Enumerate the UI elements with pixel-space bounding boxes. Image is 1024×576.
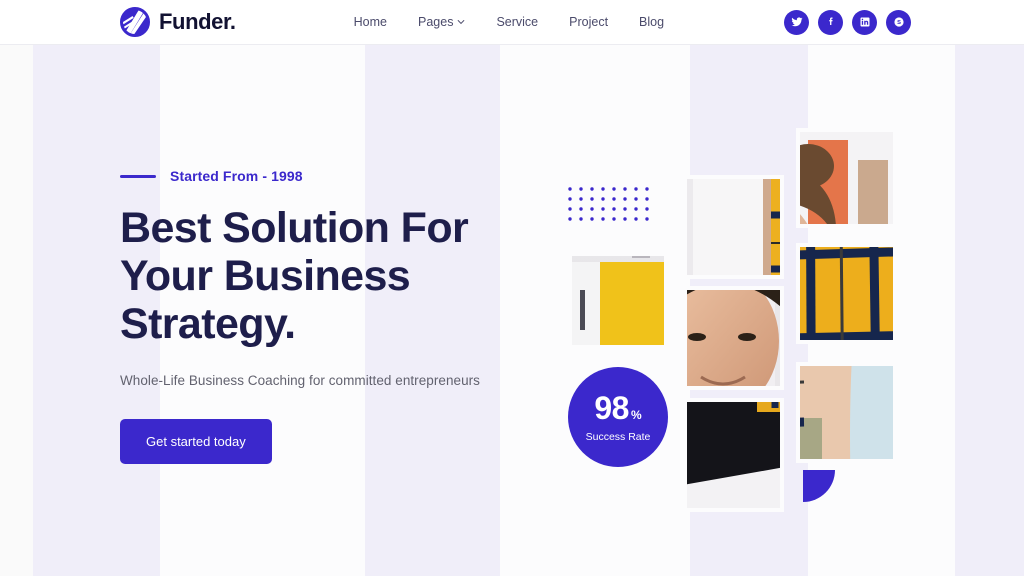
brand-name: Funder.	[159, 9, 236, 34]
collage-photo	[687, 179, 780, 275]
collage-photo	[800, 247, 893, 340]
success-rate-unit: %	[630, 407, 642, 422]
social-link-twitter[interactable]	[784, 9, 809, 35]
chevron-down-icon	[458, 20, 465, 25]
collage-photo	[687, 290, 780, 386]
nav-item-service[interactable]: Service	[496, 15, 538, 29]
social-link-skype[interactable]: S	[886, 9, 911, 35]
nav-item-pages[interactable]: Pages	[418, 15, 465, 29]
collage-photo	[800, 366, 893, 459]
collage-photo	[687, 402, 780, 508]
main-navigation: Home Pages Service Project Blog	[354, 15, 664, 29]
eyebrow-label: Started From - 1998	[170, 168, 303, 184]
hero-eyebrow: Started From - 1998	[120, 168, 540, 184]
hero-content: Started From - 1998 Best Solution For Yo…	[120, 168, 540, 464]
collage-tile-mid-1	[683, 175, 784, 279]
collage-tile-right-1	[796, 128, 897, 228]
success-rate-label: Success Rate	[585, 430, 651, 443]
nav-item-label: Service	[496, 15, 539, 29]
collage-photo	[572, 256, 664, 345]
nav-item-blog[interactable]: Blog	[639, 15, 664, 29]
collage-tile-mid-2	[683, 286, 784, 390]
funder-circle-logo-icon	[120, 7, 150, 37]
hero-subtitle: Whole-Life Business Coaching for committ…	[120, 373, 480, 388]
nav-item-label: Pages	[418, 15, 454, 29]
success-rate-value: 98	[594, 389, 629, 426]
social-link-facebook[interactable]	[818, 9, 843, 35]
nav-item-project[interactable]: Project	[569, 15, 608, 29]
linkedin-icon	[860, 17, 869, 27]
collage-tile-left	[568, 252, 668, 349]
collage-tile-right-3	[796, 362, 897, 463]
quarter-circle-decoration	[803, 470, 835, 502]
dot-grid-decoration	[568, 187, 649, 221]
skype-icon: S	[893, 17, 904, 27]
nav-item-home[interactable]: Home	[354, 15, 387, 29]
facebook-icon	[828, 17, 833, 26]
brand-logo[interactable]: Funder.	[120, 7, 236, 37]
nav-item-label: Project	[569, 15, 609, 29]
svg-text:S: S	[897, 20, 901, 26]
nav-item-label: Home	[353, 15, 387, 29]
get-started-button[interactable]: Get started today	[120, 419, 272, 464]
eyebrow-rule	[120, 174, 156, 178]
twitter-icon	[791, 17, 802, 27]
social-link-linkedin[interactable]	[852, 9, 877, 35]
success-rate-value-group: 98 %	[594, 392, 641, 424]
collage-tile-right-2	[796, 243, 897, 344]
social-links: S	[784, 9, 911, 35]
success-rate-badge: 98 % Success Rate	[568, 367, 668, 467]
nav-item-label: Blog	[639, 15, 665, 29]
site-header: Funder. Home Pages Service Project Blog	[0, 0, 1024, 45]
collage-tile-mid-3	[683, 398, 784, 512]
collage-photo	[800, 132, 893, 224]
page-title: Best Solution For Your Business Strategy…	[120, 204, 469, 348]
